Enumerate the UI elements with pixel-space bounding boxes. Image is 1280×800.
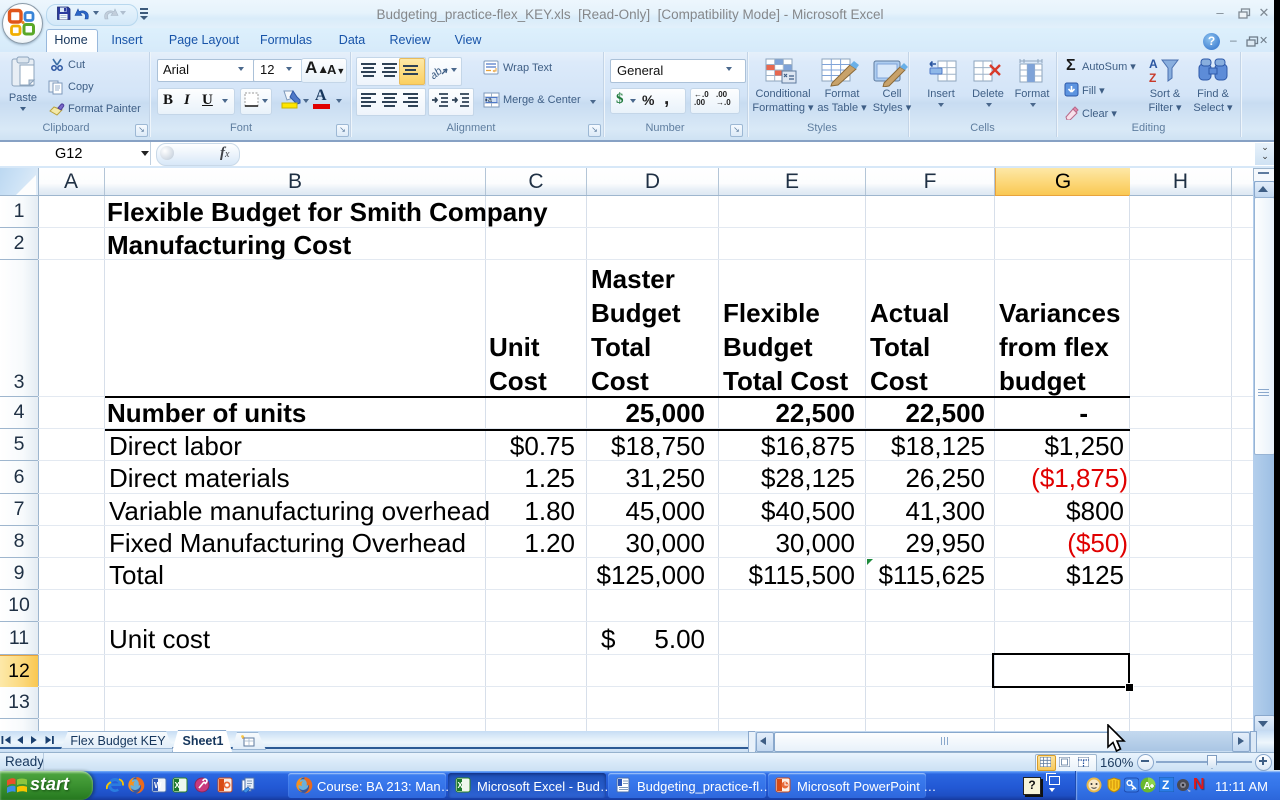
svg-text:Z: Z <box>1149 71 1156 85</box>
svg-text:X: X <box>175 781 181 790</box>
svg-text:Z: Z <box>1162 778 1169 792</box>
svg-text:X: X <box>458 781 464 790</box>
svg-text:A: A <box>1144 781 1151 792</box>
svg-text:A: A <box>1149 57 1158 71</box>
svg-text:a: a <box>488 97 492 104</box>
svg-text:ab: ab <box>432 65 445 79</box>
svg-text:W: W <box>154 781 162 790</box>
